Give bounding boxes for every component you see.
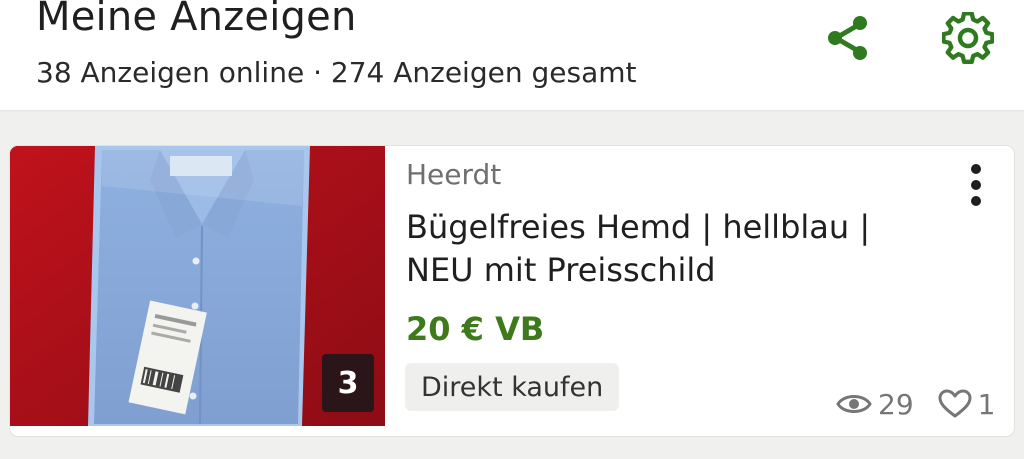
listing-photo[interactable]: 3 [10,146,385,426]
listing-menu-button[interactable] [958,160,994,210]
views-stat: 29 [836,388,914,421]
listing-card[interactable]: 3 Heerdt Bügelfreies Hemd | hellblau | N… [10,146,1014,436]
listing-price: 20 € VB [406,310,545,348]
listing-location: Heerdt [406,158,502,191]
more-vertical-icon [971,164,981,206]
listing-stats: 29 1 [836,384,995,424]
heart-icon [938,389,972,418]
header: Meine Anzeigen 38 Anzeigen online · 274 … [0,0,1024,110]
page-title: Meine Anzeigen [36,0,357,40]
views-count: 29 [878,387,914,421]
share-icon [828,16,867,60]
listing-title[interactable]: Bügelfreies Hemd | hellblau | NEU mit Pr… [406,206,926,292]
favorites-stat: 1 [938,387,996,421]
settings-button[interactable] [940,10,996,66]
ads-summary: 38 Anzeigen online · 274 Anzeigen gesamt [36,56,637,89]
gear-icon [942,12,994,64]
share-button[interactable] [820,10,876,66]
image-count-badge: 3 [322,354,374,412]
favorites-count: 1 [977,387,996,421]
direct-buy-badge: Direkt kaufen [405,363,620,411]
eye-icon [836,395,872,413]
